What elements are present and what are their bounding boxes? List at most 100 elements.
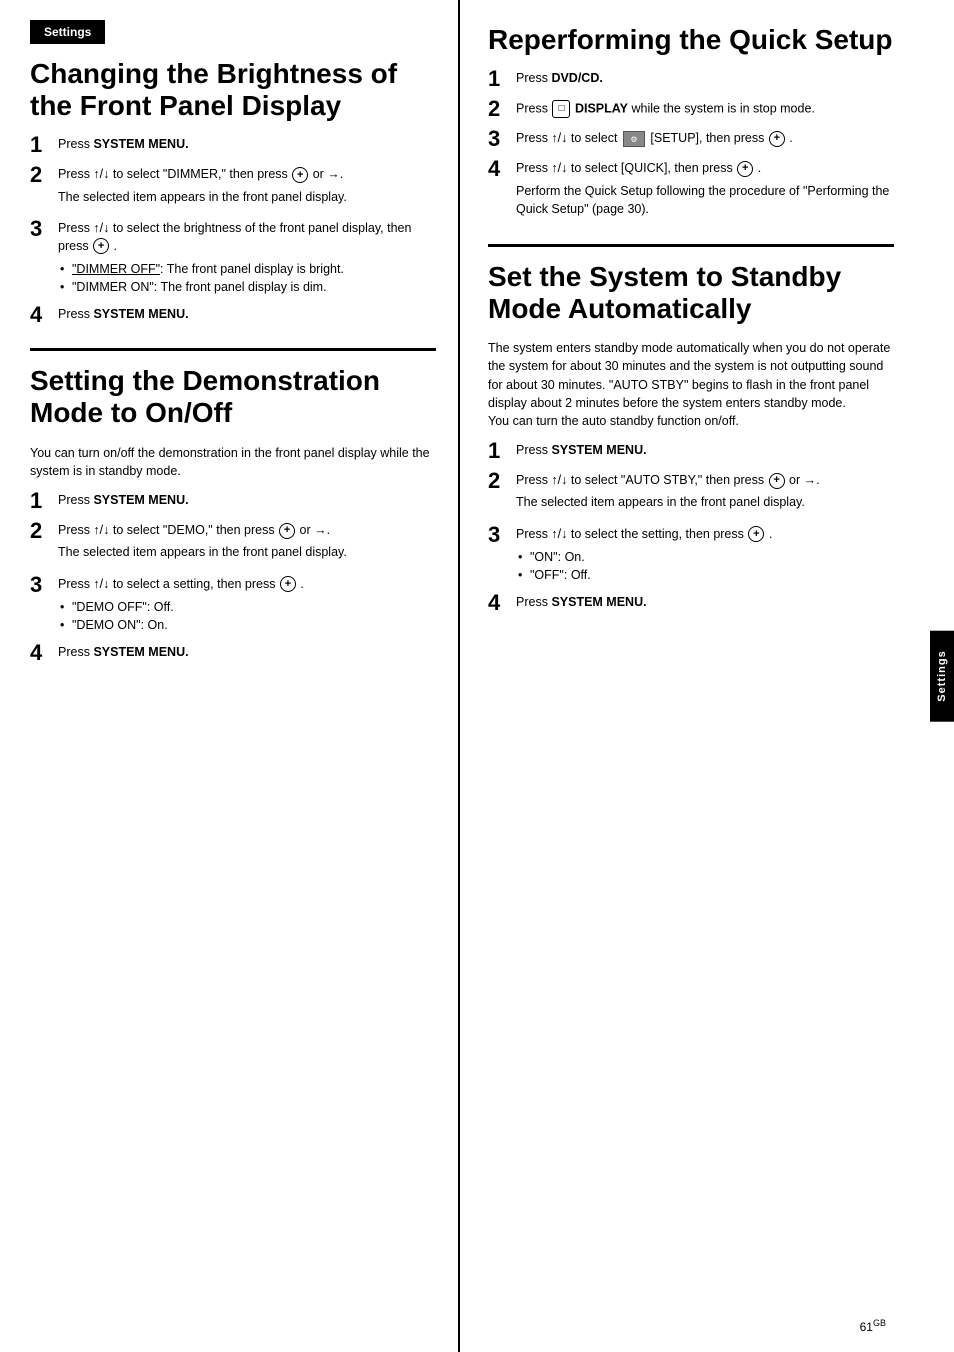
bullet-item: "OFF": Off.	[516, 566, 894, 584]
step-content: Press □ DISPLAY while the system is in s…	[516, 100, 894, 118]
circle-plus-icon: +	[292, 167, 308, 183]
step-content: Press ↑/↓ to select a setting, then pres…	[58, 576, 436, 635]
step-item: 4 Press SYSTEM MENU.	[30, 306, 436, 326]
step-number: 4	[30, 304, 58, 326]
settings-tab: Settings	[30, 20, 105, 44]
step-content: Press SYSTEM MENU.	[58, 136, 436, 154]
vertical-settings-tab: Settings	[930, 630, 954, 721]
step-item: 3 Press ↑/↓ to select a setting, then pr…	[30, 576, 436, 635]
step-number: 1	[30, 134, 58, 156]
step-item: 1 Press DVD/CD.	[488, 70, 894, 90]
circle-plus-icon: +	[93, 238, 109, 254]
step-number: 1	[488, 68, 516, 90]
section-divider	[30, 348, 436, 351]
step-number: 2	[488, 470, 516, 492]
step-item: 3 Press ↑/↓ to select ⚙ [SETUP], then pr…	[488, 130, 894, 150]
section-demo-mode: Setting the Demonstration Mode to On/Off…	[30, 365, 436, 664]
circle-plus-icon: +	[737, 161, 753, 177]
step-item: 3 Press ↑/↓ to select the setting, then …	[488, 526, 894, 585]
section-standby-mode: Set the System to Standby Mode Automatic…	[488, 261, 894, 614]
page-container: Settings Changing the Brightness of the …	[0, 0, 954, 1352]
step-number: 2	[488, 98, 516, 120]
step-content: Press SYSTEM MENU.	[516, 442, 894, 460]
section2-intro: You can turn on/off the demonstration in…	[30, 444, 436, 480]
section2-steps: 1 Press SYSTEM MENU. 2 Press ↑/↓ to sele…	[30, 492, 436, 664]
circle-plus-icon: +	[748, 526, 764, 542]
standby-mode-title: Set the System to Standby Mode Automatic…	[488, 261, 894, 325]
step-bold: SYSTEM MENU.	[93, 137, 188, 151]
step-content: Press SYSTEM MENU.	[58, 306, 436, 324]
step-item: 4 Press ↑/↓ to select [QUICK], then pres…	[488, 160, 894, 222]
step-number: 1	[30, 490, 58, 512]
step-sub-text: The selected item appears in the front p…	[58, 188, 436, 206]
step-number: 2	[30, 164, 58, 186]
quick-setup-steps: 1 Press DVD/CD. 2 Press □ DISPLAY while …	[488, 70, 894, 222]
step-item: 2 Press ↑/↓ to select "AUTO STBY," then …	[488, 472, 894, 516]
bullet-list: "DIMMER OFF": The front panel display is…	[58, 260, 436, 296]
step-content: Press SYSTEM MENU.	[58, 492, 436, 510]
circle-plus-icon: +	[280, 576, 296, 592]
section2-title: Setting the Demonstration Mode to On/Off	[30, 365, 436, 429]
circle-plus-icon: +	[279, 523, 295, 539]
section-quick-setup: Reperforming the Quick Setup 1 Press DVD…	[488, 24, 894, 222]
step-number: 3	[488, 128, 516, 150]
section-divider	[488, 244, 894, 247]
step-content: Press ↑/↓ to select [QUICK], then press …	[516, 160, 894, 222]
section1-steps: 1 Press SYSTEM MENU. 2 Press ↑/↓ to sele…	[30, 136, 436, 326]
step-bold: DVD/CD.	[551, 71, 602, 85]
bullet-item: "DIMMER ON": The front panel display is …	[58, 278, 436, 296]
step-number: 4	[30, 642, 58, 664]
step-sub-text: The selected item appears in the front p…	[58, 543, 436, 561]
step-bold: SYSTEM MENU.	[93, 645, 188, 659]
underline-text: "DIMMER OFF"	[72, 262, 160, 276]
section1-title: Changing the Brightness of the Front Pan…	[30, 58, 436, 122]
step-content: Press ↑/↓ to select the brightness of th…	[58, 220, 436, 296]
step-sub-text: Perform the Quick Setup following the pr…	[516, 182, 894, 218]
page-number-suffix: GB	[873, 1318, 886, 1328]
step-sub-text: The selected item appears in the front p…	[516, 493, 894, 511]
step-item: 4 Press SYSTEM MENU.	[30, 644, 436, 664]
standby-steps: 1 Press SYSTEM MENU. 2 Press ↑/↓ to sele…	[488, 442, 894, 614]
step-bold: SYSTEM MENU.	[93, 493, 188, 507]
section-changing-brightness: Changing the Brightness of the Front Pan…	[30, 58, 436, 326]
bullet-list: "ON": On. "OFF": Off.	[516, 548, 894, 584]
step-item: 1 Press SYSTEM MENU.	[30, 136, 436, 156]
step-content: Press DVD/CD.	[516, 70, 894, 88]
step-number: 1	[488, 440, 516, 462]
step-number: 3	[30, 218, 58, 240]
quick-setup-title: Reperforming the Quick Setup	[488, 24, 894, 56]
step-content: Press ↑/↓ to select "DIMMER," then press…	[58, 166, 436, 210]
step-content: Press SYSTEM MENU.	[58, 644, 436, 662]
bullet-item: "DEMO OFF": Off.	[58, 598, 436, 616]
step-bold: DISPLAY	[575, 101, 628, 115]
step-item: 1 Press SYSTEM MENU.	[488, 442, 894, 462]
left-column: Settings Changing the Brightness of the …	[0, 0, 460, 1352]
step-item: 3 Press ↑/↓ to select the brightness of …	[30, 220, 436, 296]
step-item: 1 Press SYSTEM MENU.	[30, 492, 436, 512]
circle-plus-icon: +	[769, 131, 785, 147]
bullet-item: "DIMMER OFF": The front panel display is…	[58, 260, 436, 278]
step-item: 2 Press □ DISPLAY while the system is in…	[488, 100, 894, 120]
step-content: Press ↑/↓ to select ⚙ [SETUP], then pres…	[516, 130, 894, 148]
step-bold: SYSTEM MENU.	[551, 595, 646, 609]
step-content: Press SYSTEM MENU.	[516, 594, 894, 612]
step-number: 3	[488, 524, 516, 546]
step-number: 3	[30, 574, 58, 596]
bullet-item: "DEMO ON": On.	[58, 616, 436, 634]
step-number: 4	[488, 158, 516, 180]
step-content: Press ↑/↓ to select "AUTO STBY," then pr…	[516, 472, 894, 516]
step-number: 4	[488, 592, 516, 614]
circle-plus-icon: +	[769, 473, 785, 489]
main-content: Settings Changing the Brightness of the …	[0, 0, 954, 1352]
step-number: 2	[30, 520, 58, 542]
setup-icon: ⚙	[623, 131, 645, 147]
right-column: Reperforming the Quick Setup 1 Press DVD…	[460, 0, 954, 1352]
step-item: 2 Press ↑/↓ to select "DIMMER," then pre…	[30, 166, 436, 210]
step-bold: SYSTEM MENU.	[93, 307, 188, 321]
bullet-list: "DEMO OFF": Off. "DEMO ON": On.	[58, 598, 436, 634]
display-button-icon: □	[552, 100, 570, 118]
bullet-item: "ON": On.	[516, 548, 894, 566]
step-item: 2 Press ↑/↓ to select "DEMO," then press…	[30, 522, 436, 566]
step-content: Press ↑/↓ to select the setting, then pr…	[516, 526, 894, 585]
page-number: 61GB	[860, 1318, 886, 1334]
